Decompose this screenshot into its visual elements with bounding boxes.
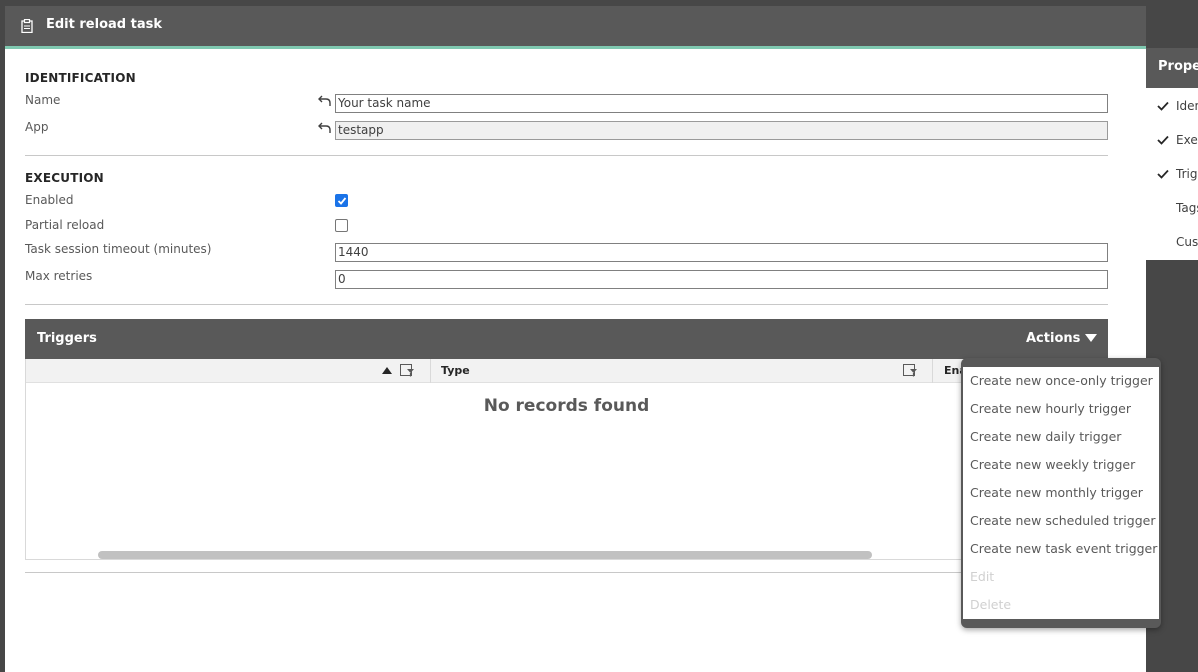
triggers-panel: Triggers Actions Type Ena No records fou…: [25, 319, 1108, 560]
actions-menu-list: Create new once-only trigger Create new …: [963, 367, 1159, 619]
menu-item-edit: Edit: [970, 569, 995, 584]
app-label: App: [25, 120, 49, 134]
column-separator[interactable]: [932, 359, 933, 383]
section-divider: [25, 304, 1108, 305]
partial-reload-checkbox[interactable]: [335, 219, 348, 232]
checkmark-icon: [1157, 135, 1169, 145]
properties-header: Proper: [1146, 48, 1198, 88]
filter-icon[interactable]: [903, 364, 918, 377]
app-input[interactable]: testapp: [335, 121, 1108, 140]
max-retries-input[interactable]: 0: [335, 270, 1108, 289]
table-column-header: Type Ena: [26, 359, 1107, 383]
dialog-title: Edit reload task: [46, 17, 162, 32]
dialog-title-bar: Edit reload task: [5, 6, 1146, 46]
empty-state-text: No records found: [483, 396, 650, 416]
triggers-header: Triggers Actions: [25, 319, 1108, 359]
menu-item-delete: Delete: [970, 597, 1012, 612]
properties-item-execution[interactable]: Exec: [1176, 133, 1198, 147]
horizontal-scrollbar[interactable]: [98, 551, 872, 559]
revert-icon[interactable]: [318, 122, 332, 134]
clipboard-icon: [21, 19, 33, 33]
sort-ascending-icon[interactable]: [382, 367, 392, 374]
timeout-input[interactable]: 1440: [335, 243, 1108, 262]
section-divider: [25, 572, 1108, 573]
checkmark-icon: [1157, 169, 1169, 179]
properties-panel: Proper Iden Exec Trig Tags Cus: [1146, 48, 1198, 260]
max-retries-label: Max retries: [25, 269, 93, 283]
menu-item-scheduled-trigger[interactable]: Create new scheduled trigger: [970, 513, 1155, 528]
actions-dropdown-menu: Create new once-only trigger Create new …: [961, 358, 1161, 628]
identification-title: IDENTIFICATION: [25, 71, 136, 85]
properties-item-triggers[interactable]: Trig: [1176, 167, 1197, 181]
name-input[interactable]: Your task name: [335, 94, 1108, 113]
name-label: Name: [25, 93, 61, 107]
caret-down-icon[interactable]: [1085, 334, 1097, 342]
menu-item-daily-trigger[interactable]: Create new daily trigger: [970, 429, 1121, 444]
check-icon: [337, 197, 347, 205]
checkmark-icon: [1157, 101, 1169, 111]
menu-item-monthly-trigger[interactable]: Create new monthly trigger: [970, 485, 1143, 500]
section-divider: [25, 155, 1108, 156]
menu-item-once-only-trigger[interactable]: Create new once-only trigger: [970, 373, 1153, 388]
filter-icon[interactable]: [400, 364, 415, 377]
column-header-type[interactable]: Type: [441, 364, 470, 377]
actions-button[interactable]: Actions: [1026, 331, 1080, 346]
properties-item-identification[interactable]: Iden: [1176, 99, 1198, 113]
properties-item-tags[interactable]: Tags: [1176, 201, 1198, 215]
enabled-checkbox[interactable]: [335, 194, 348, 207]
enabled-label: Enabled: [25, 193, 74, 207]
menu-item-hourly-trigger[interactable]: Create new hourly trigger: [970, 401, 1131, 416]
timeout-label: Task session timeout (minutes): [25, 242, 212, 256]
menu-item-weekly-trigger[interactable]: Create new weekly trigger: [970, 457, 1135, 472]
revert-icon[interactable]: [318, 95, 332, 107]
triggers-title: Triggers: [37, 331, 97, 346]
column-separator[interactable]: [430, 359, 431, 383]
execution-title: EXECUTION: [25, 171, 104, 185]
menu-item-task-event-trigger[interactable]: Create new task event trigger: [970, 541, 1157, 556]
properties-item-custom[interactable]: Cus: [1176, 235, 1198, 249]
properties-title: Proper: [1158, 59, 1198, 74]
partial-reload-label: Partial reload: [25, 218, 105, 232]
